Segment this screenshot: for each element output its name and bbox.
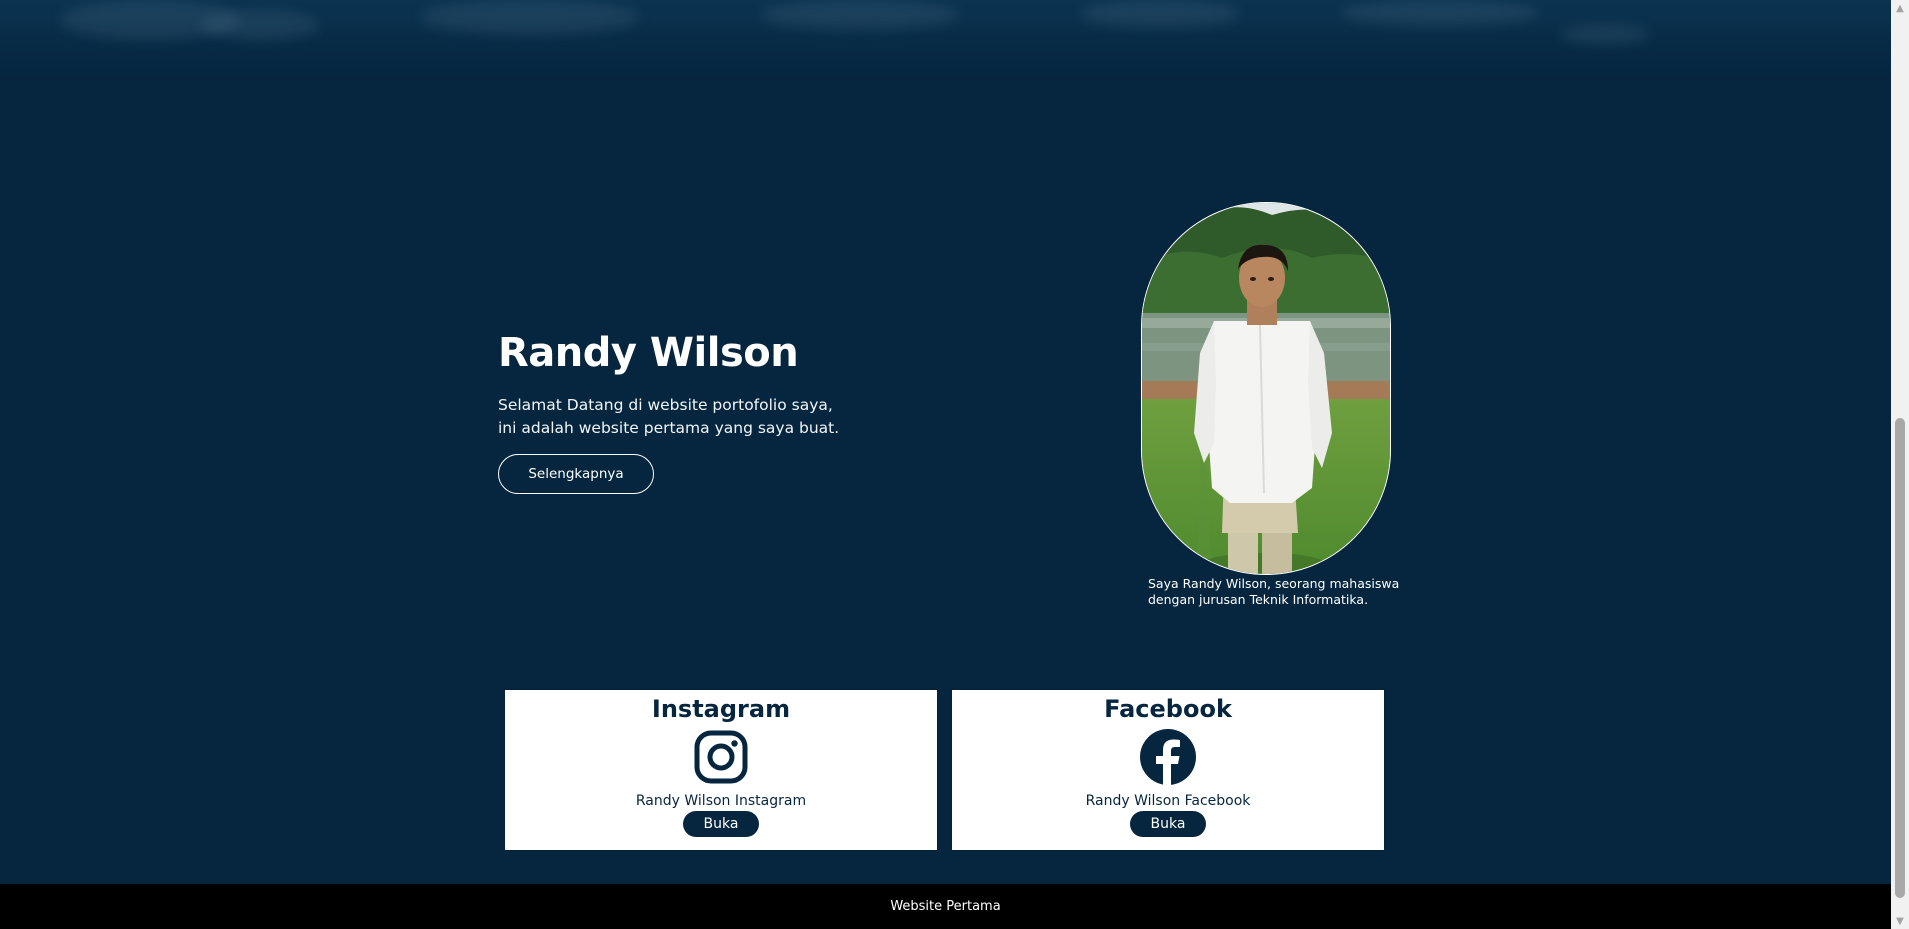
instagram-card-label: Randy Wilson Instagram bbox=[635, 793, 807, 809]
scrollbar-thumb[interactable] bbox=[1895, 418, 1905, 898]
profile-photo-image bbox=[1142, 203, 1390, 574]
selengkapnya-button[interactable]: Selengkapnya bbox=[498, 454, 654, 494]
facebook-icon bbox=[1140, 729, 1196, 785]
hero-section: Randy Wilson Selamat Datang di website p… bbox=[498, 330, 918, 494]
instagram-open-button[interactable]: Buka bbox=[683, 811, 759, 837]
hero-title: Randy Wilson bbox=[498, 330, 799, 376]
vertical-scrollbar[interactable]: ▲ ▼ bbox=[1891, 0, 1909, 929]
hero-subtitle: Selamat Datang di website portofolio say… bbox=[498, 394, 918, 440]
profile-caption-line2: dengan jurusan Teknik Informatika. bbox=[1148, 592, 1369, 607]
facebook-open-button[interactable]: Buka bbox=[1130, 811, 1206, 837]
instagram-card-title: Instagram bbox=[651, 695, 791, 723]
profile-photo bbox=[1141, 202, 1391, 575]
facebook-card: Facebook Randy Wilson Facebook Buka bbox=[952, 690, 1384, 850]
hero-subtitle-line1: Selamat Datang di website portofolio say… bbox=[498, 396, 833, 414]
cloud-background bbox=[0, 0, 1891, 80]
scroll-down-arrow-icon[interactable]: ▼ bbox=[1891, 913, 1909, 929]
footer: Website Pertama bbox=[0, 884, 1891, 929]
instagram-card: Instagram Randy Wilson Instagram Buka bbox=[505, 690, 937, 850]
profile-caption-line1: Saya Randy Wilson, seorang mahasiswa bbox=[1148, 576, 1400, 591]
facebook-card-title: Facebook bbox=[1104, 695, 1232, 723]
footer-text: Website Pertama bbox=[890, 899, 1001, 914]
hero-subtitle-line2: ini adalah website pertama yang saya bua… bbox=[498, 419, 840, 437]
scroll-up-arrow-icon[interactable]: ▲ bbox=[1891, 0, 1909, 16]
page: Randy Wilson Selamat Datang di website p… bbox=[0, 0, 1891, 929]
instagram-icon bbox=[694, 730, 748, 784]
profile-caption: Saya Randy Wilson, seorang mahasiswa den… bbox=[1148, 576, 1408, 608]
facebook-card-label: Randy Wilson Facebook bbox=[1085, 793, 1251, 809]
